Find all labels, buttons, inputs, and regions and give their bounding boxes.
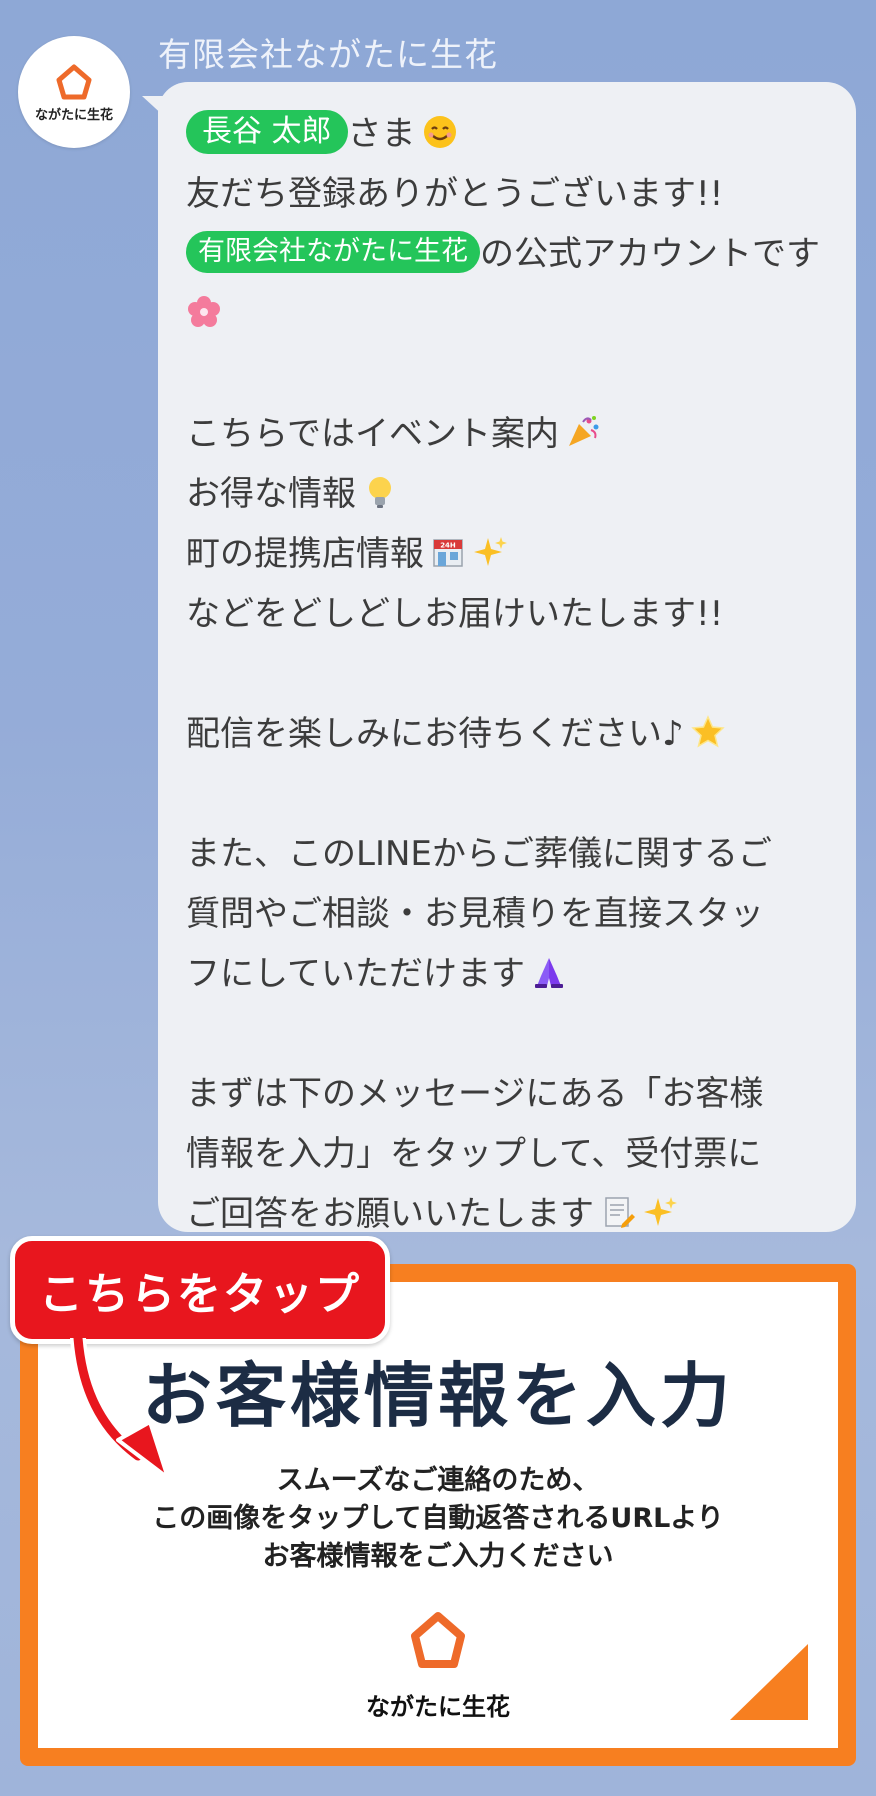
card-corner-accent [730, 1644, 808, 1720]
company-tag[interactable]: 有限会社ながたに生花 [186, 230, 480, 273]
honorific-text: さま [347, 114, 416, 154]
convenience-store-emoji-icon: 24H [430, 534, 466, 570]
message-line: こちらではイベント案内 [186, 404, 836, 464]
message-text: ご回答をお願いいたします [186, 1194, 594, 1234]
sparkles-emoji-icon [642, 1194, 678, 1230]
sparkles-emoji-icon [472, 534, 508, 570]
light-bulb-emoji-icon [362, 474, 398, 510]
message-text: 町の提携店情報 [186, 534, 424, 574]
house-logo-icon [56, 64, 92, 99]
sender-name: 有限会社ながたに生花 [158, 35, 498, 74]
message-text: こちらではイベント案内 [186, 414, 559, 454]
avatar-label: ながたに生花 [34, 107, 113, 123]
house-logo-icon [411, 1612, 465, 1668]
message-line: 長谷 太郎 さま [186, 104, 836, 164]
folded-hands-emoji-icon [531, 954, 567, 990]
svg-text:24H: 24H [440, 541, 456, 549]
message-bubble[interactable]: 長谷 太郎 さま 友だち登録ありがとうございます!! 有限会社ながたに生花 の公式ア… [158, 82, 856, 1234]
smile-emoji-icon [422, 114, 458, 150]
user-name-tag[interactable]: 長谷 太郎 [186, 109, 348, 154]
message-text: の公式アカウントです [480, 234, 820, 274]
arrow-pointer-icon [70, 1338, 170, 1480]
card-description-line: お客様情報をご入力ください [262, 1541, 614, 1572]
message-line: 質問やご相談・お見積りを直接スタッ [186, 894, 764, 934]
card-description-line: この画像をタップして自動返答されるURLより [152, 1503, 724, 1534]
message-line: 町の提携店情報 24H [186, 524, 836, 584]
message-line: まずは下のメッセージにある「お客様 [186, 1074, 764, 1114]
glowing-star-emoji-icon [690, 714, 726, 750]
message-line: などをどしどしお届けいたします!! [186, 594, 724, 634]
message-line: また、このLINEからご葬儀に関するご [186, 834, 772, 874]
party-popper-emoji-icon [565, 414, 601, 450]
message-line [186, 284, 836, 344]
message-line: 友だち登録ありがとうございます!! [186, 174, 724, 214]
message-text: フにしていただけます [186, 954, 525, 994]
blossom-emoji-icon [186, 294, 222, 330]
message-line: フにしていただけます [186, 944, 836, 1004]
tap-here-label: こちらをタップ [10, 1236, 390, 1344]
message-text: お得な情報 [186, 474, 356, 514]
message-line: 有限会社ながたに生花 の公式アカウントです [186, 224, 836, 284]
message-line: 情報を入力」をタップして、受付票に [186, 1134, 762, 1174]
message-line: ご回答をお願いいたします [186, 1184, 836, 1244]
sender-avatar[interactable]: ながたに生花 [18, 36, 130, 148]
memo-emoji-icon [600, 1194, 636, 1230]
message-line: お得な情報 [186, 464, 836, 524]
card-logo-label: ながたに生花 [366, 1693, 510, 1721]
message-text: 配信を楽しみにお待ちください♪ [186, 714, 684, 754]
message-line: 配信を楽しみにお待ちください♪ [186, 704, 836, 764]
